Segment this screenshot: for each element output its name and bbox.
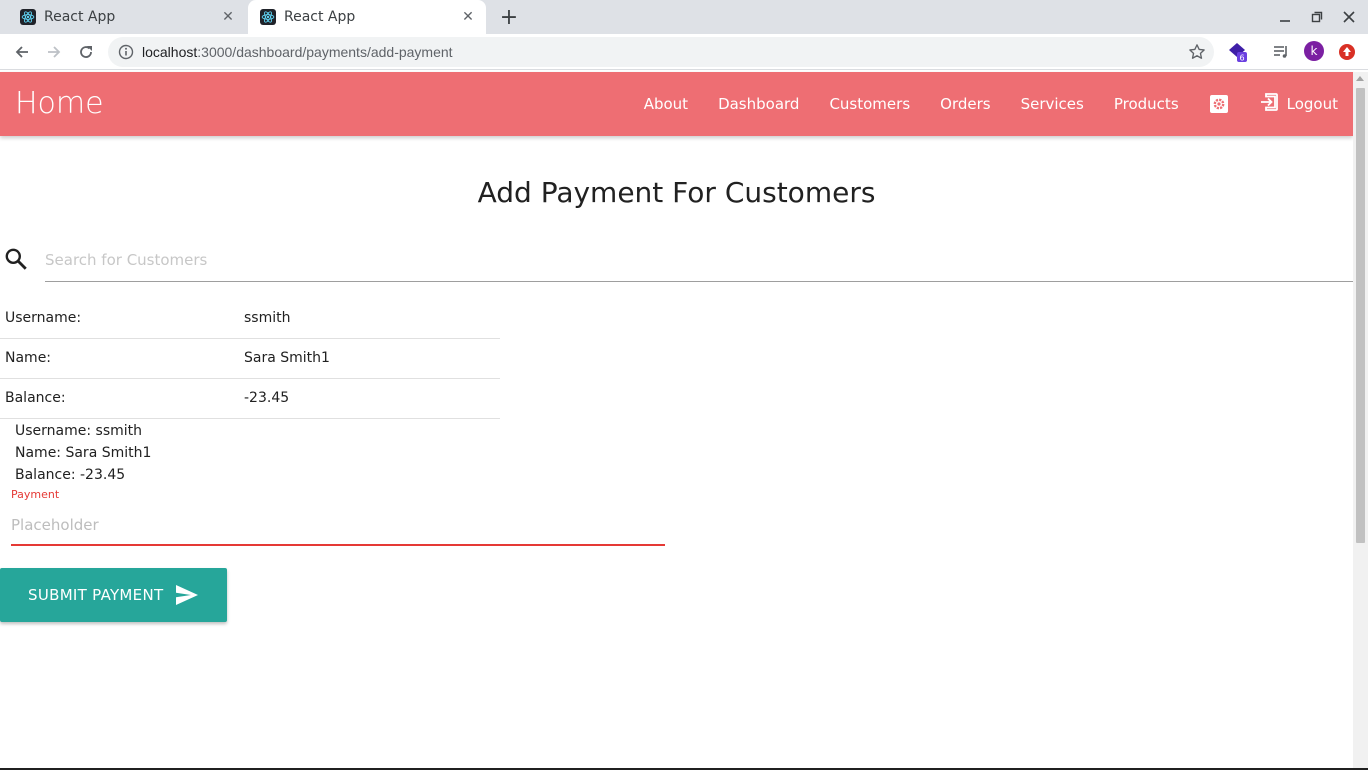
bookmark-star-icon[interactable] xyxy=(1188,43,1206,61)
page-scrollbar[interactable] xyxy=(1353,72,1368,770)
name-label: Name: xyxy=(5,350,52,366)
browser-tab-bar: React App ✕ React App ✕ + xyxy=(0,0,1368,34)
address-bar[interactable]: localhost:3000/dashboard/payments/add-pa… xyxy=(108,37,1214,67)
logout-link[interactable]: Logout xyxy=(1244,72,1353,136)
media-queue-icon[interactable] xyxy=(1270,41,1292,63)
back-icon[interactable] xyxy=(10,40,34,64)
forward-icon[interactable] xyxy=(42,40,66,64)
username-value: ssmith xyxy=(244,309,291,326)
payment-label: Payment xyxy=(11,488,60,501)
search-input[interactable] xyxy=(45,238,1353,282)
browser-tab[interactable]: React App ✕ xyxy=(8,0,246,34)
nav-link-services[interactable]: Services xyxy=(1006,72,1099,136)
react-icon xyxy=(260,9,276,25)
nav-link-dashboard[interactable]: Dashboard xyxy=(703,72,814,136)
browser-tab-active[interactable]: React App ✕ xyxy=(248,0,486,34)
info-icon[interactable] xyxy=(118,44,134,60)
submit-payment-button[interactable]: SUBMIT PAYMENT xyxy=(0,568,227,622)
minimize-icon[interactable] xyxy=(1274,6,1296,28)
brand-logo[interactable]: Home xyxy=(15,86,104,121)
update-icon[interactable] xyxy=(1336,41,1358,63)
url-host: localhost xyxy=(142,44,198,60)
table-row: Name: Sara Smith1 xyxy=(0,338,500,378)
window-close-icon[interactable] xyxy=(1338,6,1360,28)
scroll-up-arrow-icon[interactable] xyxy=(1356,76,1364,81)
logout-icon xyxy=(1259,92,1279,116)
customer-details-table: Username: ssmith Name: Sara Smith1 Balan… xyxy=(0,298,500,419)
extension-icon[interactable]: 6 xyxy=(1226,41,1248,63)
app-navbar: Home About Dashboard Customers Orders Se… xyxy=(0,72,1353,136)
logout-label: Logout xyxy=(1286,95,1338,113)
url-text: localhost:3000/dashboard/payments/add-pa… xyxy=(142,44,453,60)
nav-link-customers[interactable]: Customers xyxy=(814,72,925,136)
close-icon[interactable]: ✕ xyxy=(460,9,476,25)
search-icon xyxy=(3,246,29,272)
restore-icon[interactable] xyxy=(1306,6,1328,28)
tab-title: React App xyxy=(44,9,116,25)
customer-summary: Username: ssmith Name: Sara Smith1 Balan… xyxy=(15,420,151,486)
nav-link-orders[interactable]: Orders xyxy=(925,72,1005,136)
summary-balance: Balance: -23.45 xyxy=(15,467,126,483)
browser-toolbar: localhost:3000/dashboard/payments/add-pa… xyxy=(0,34,1368,70)
nav-links: About Dashboard Customers Orders Service… xyxy=(629,72,1353,136)
summary-username: Username: ssmith xyxy=(15,423,143,439)
page-title: Add Payment For Customers xyxy=(477,176,876,209)
customer-search xyxy=(0,238,1353,282)
react-icon xyxy=(20,9,36,25)
url-path: :3000/dashboard/payments/add-payment xyxy=(197,44,453,60)
table-row: Username: ssmith xyxy=(0,298,500,338)
new-tab-icon[interactable]: + xyxy=(498,5,520,30)
table-row: Balance: -23.45 xyxy=(0,378,500,418)
payment-input[interactable] xyxy=(11,506,665,546)
name-value: Sara Smith1 xyxy=(244,350,330,366)
tab-title: React App xyxy=(284,9,356,25)
settings-icon[interactable] xyxy=(1194,72,1244,136)
balance-label: Balance: xyxy=(5,390,66,406)
send-icon xyxy=(175,584,199,606)
nav-link-about[interactable]: About xyxy=(629,72,703,136)
summary-name: Name: Sara Smith1 xyxy=(15,445,152,461)
close-icon[interactable]: ✕ xyxy=(220,9,236,25)
extension-badge: 6 xyxy=(1239,54,1244,63)
username-label: Username: xyxy=(5,309,82,326)
balance-value: -23.45 xyxy=(244,390,290,406)
nav-link-products[interactable]: Products xyxy=(1099,72,1194,136)
submit-payment-label: SUBMIT PAYMENT xyxy=(28,586,164,604)
scrollbar-thumb[interactable] xyxy=(1356,88,1365,543)
profile-avatar[interactable]: k xyxy=(1304,41,1324,61)
reload-icon[interactable] xyxy=(74,40,98,64)
